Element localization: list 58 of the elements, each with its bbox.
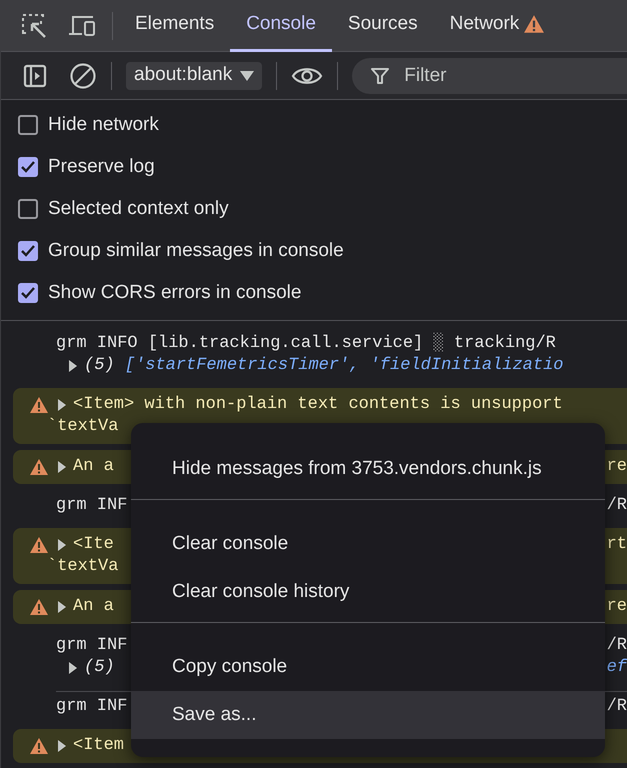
log-text: `textVa — [47, 556, 118, 578]
warning-icon — [29, 396, 49, 414]
expand-arrow-icon[interactable] — [57, 739, 67, 753]
setting-label: Group similar messages in console — [48, 238, 344, 263]
caret-icon — [240, 70, 254, 80]
log-text: (5) — [84, 657, 115, 680]
context-dropdown[interactable]: about:blank — [126, 62, 262, 90]
menu-item[interactable]: Clear console — [131, 520, 605, 568]
log-text: /R — [606, 696, 627, 718]
panel-tab[interactable]: Elements — [119, 0, 230, 52]
log-text: re — [606, 456, 627, 478]
expand-arrow-icon[interactable] — [57, 600, 67, 614]
log-text: grm INF — [56, 635, 128, 658]
expand-arrow-icon[interactable] — [68, 661, 78, 675]
menu-item[interactable]: Save as... — [131, 691, 605, 739]
panel-tab[interactable]: Network — [434, 0, 562, 52]
expand-arrow-icon[interactable] — [57, 538, 67, 552]
checkbox[interactable] — [18, 115, 38, 135]
warning-icon — [29, 536, 49, 554]
log-text: /R — [606, 495, 627, 518]
checkbox[interactable] — [18, 157, 38, 177]
setting-label: Hide network — [48, 112, 159, 137]
log-text: rt — [606, 534, 627, 556]
log-text: An a — [73, 456, 114, 478]
log-text: <Item> with non-plain text contents is unsupport — [73, 394, 563, 416]
inspect-element-icon[interactable] — [21, 12, 47, 38]
checkbox[interactable] — [18, 283, 38, 303]
expand-arrow-icon[interactable] — [57, 460, 67, 474]
filter-icon — [370, 66, 390, 86]
log-text: (5) — [84, 355, 116, 378]
setting-label: Show CORS errors in console — [48, 280, 302, 305]
warning-icon — [29, 598, 49, 616]
log-text: An a — [73, 596, 114, 618]
log-text: re — [606, 596, 627, 618]
clear-console-icon[interactable] — [69, 62, 97, 90]
checkbox[interactable] — [18, 241, 38, 261]
log-text: grm INF — [56, 696, 128, 718]
menu-item[interactable]: Clear console history — [131, 568, 605, 616]
log-text: grm INF — [56, 495, 128, 518]
warning-icon — [29, 737, 49, 755]
setting-label: Selected context only — [48, 196, 229, 221]
sidebar-toggle-icon[interactable] — [23, 64, 47, 88]
expand-arrow-icon[interactable] — [57, 398, 67, 412]
log-text: <Item — [73, 735, 124, 758]
log-text: ['startFemetricsTimer', 'fieldInitializatio — [124, 355, 564, 378]
setting-label: Preserve log — [48, 154, 155, 179]
warning-icon — [29, 458, 49, 476]
panel-tab[interactable]: Sources — [332, 0, 434, 52]
menu-item[interactable]: Hide messages from 3753.vendors.chunk.js — [131, 445, 605, 493]
log-text: /R — [606, 635, 627, 658]
checkbox[interactable] — [18, 199, 38, 219]
log-text: <Ite — [73, 534, 114, 556]
log-text: `textVa — [47, 416, 118, 438]
filter-field[interactable]: Filter — [352, 58, 627, 94]
menu-item[interactable]: Copy console — [131, 643, 605, 691]
log-text: grm INFO [lib.tracking.call.service] ░ tracking/R — [56, 332, 556, 356]
expand-arrow-icon[interactable] — [68, 359, 78, 373]
log-text: ef — [606, 657, 627, 680]
